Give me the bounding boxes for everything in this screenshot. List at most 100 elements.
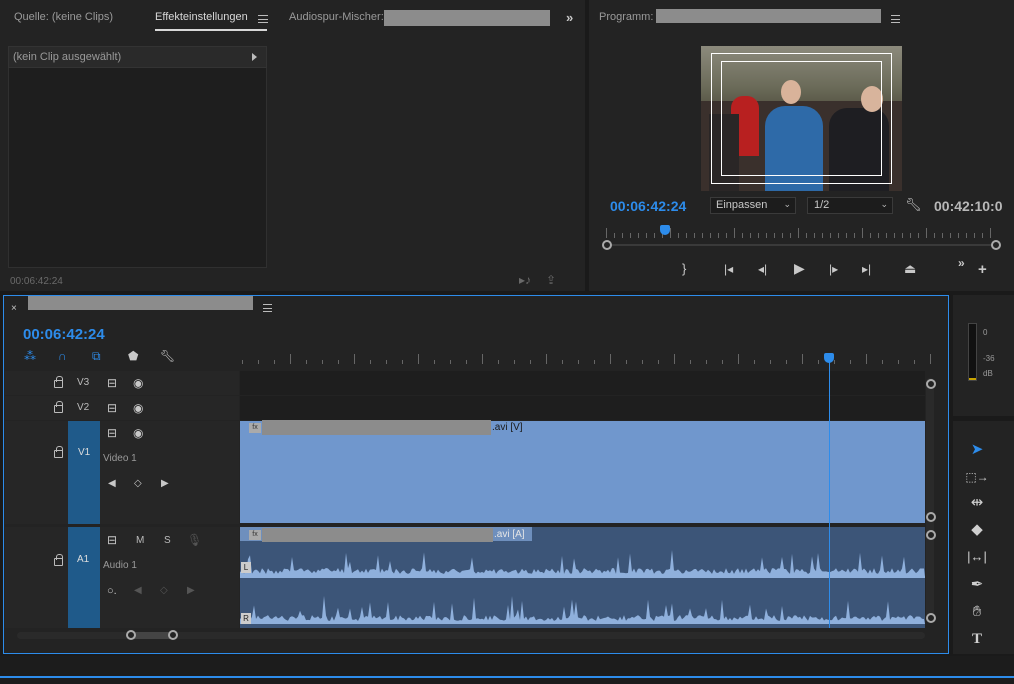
sync-lock-icon[interactable]: ⊟	[107, 376, 117, 390]
step-back-icon[interactable]: ◂|	[758, 262, 767, 276]
hscroll-right-handle[interactable]	[168, 630, 178, 640]
export-icon[interactable]: ⇪	[546, 273, 556, 287]
add-keyframe-icon[interactable]: ◇	[160, 584, 168, 598]
track-select-tool-icon[interactable]: ⬚→	[963, 466, 991, 488]
program-zoom-bar[interactable]	[608, 244, 996, 246]
solo-button[interactable]: S	[164, 535, 171, 546]
timeline-playhead-line[interactable]	[829, 362, 831, 628]
meter-label-36: -36	[983, 354, 995, 363]
linked-selection-icon[interactable]: ⧉	[92, 349, 101, 363]
step-forward-icon[interactable]: |▸	[829, 262, 838, 276]
program-zoom-right-handle[interactable]	[991, 240, 1001, 250]
hscroll-left-handle[interactable]	[126, 630, 136, 640]
play-icon[interactable]: ▶	[794, 261, 805, 275]
timeline-wrench-icon[interactable]: 🔧︎	[160, 349, 175, 363]
program-zoom-left-handle[interactable]	[602, 240, 612, 250]
lock-icon[interactable]	[54, 401, 63, 413]
program-current-timecode[interactable]: 00:06:42:24	[610, 198, 686, 214]
go-to-in-icon[interactable]: |◂	[724, 262, 733, 276]
ruler-tick	[710, 233, 711, 238]
add-button-icon[interactable]: +	[978, 262, 987, 277]
ruler-tick	[854, 233, 855, 238]
ripple-edit-tool-icon[interactable]: ⇹	[963, 492, 991, 514]
next-keyframe-icon[interactable]: ▶	[161, 477, 169, 491]
sync-lock-icon[interactable]: ⊟	[107, 533, 117, 547]
track-target-a1[interactable]	[68, 527, 100, 628]
tab-audio-mixer[interactable]: Audiospur-Mischer:	[289, 11, 384, 23]
pen-tool-icon[interactable]: ✒︎	[963, 574, 991, 596]
lock-icon[interactable]	[54, 554, 63, 566]
prev-keyframe-icon[interactable]: ◀	[134, 584, 142, 598]
track-header-v3[interactable]	[5, 371, 239, 395]
magnet-icon[interactable]: ∩	[58, 349, 67, 363]
ruler-tick	[870, 233, 871, 238]
ruler-tick	[758, 233, 759, 238]
ruler-tick	[850, 360, 851, 364]
vscroll-mid-handle[interactable]	[926, 512, 936, 522]
zoom-select[interactable]: Einpassen ⌄	[710, 197, 796, 214]
resolution-select[interactable]: 1/2 ⌄	[807, 197, 893, 214]
sync-lock-icon[interactable]: ⊟	[107, 401, 117, 415]
ruler-tick	[306, 360, 307, 364]
track-header-a1[interactable]	[5, 527, 239, 628]
waveform-baseline	[240, 576, 925, 578]
mark-out-icon[interactable]: }	[682, 262, 686, 276]
sync-lock-icon[interactable]: ⊟	[107, 426, 117, 440]
track-lane-v2[interactable]	[240, 396, 925, 420]
go-to-out-icon[interactable]: ▸|	[862, 262, 871, 276]
vscroll-bottom-handle[interactable]	[926, 613, 936, 623]
vscroll-top-handle[interactable]	[926, 379, 936, 389]
meter-bar	[968, 323, 977, 381]
overflow-chevron-icon[interactable]: »	[566, 11, 573, 25]
vertical-scrollbar[interactable]	[926, 378, 934, 623]
ruler-tick	[942, 233, 943, 238]
ruler-tick	[774, 233, 775, 238]
expand-triangle-icon[interactable]	[252, 53, 257, 61]
track-lane-v3[interactable]	[240, 371, 925, 395]
snap-icon[interactable]: ⁂	[24, 349, 36, 363]
hand-tool-icon[interactable]: ✋︎	[963, 601, 991, 623]
track-header-v2[interactable]	[5, 396, 239, 420]
audio-only-icon[interactable]: ▸♪	[519, 273, 531, 287]
vscroll-a-handle[interactable]	[926, 530, 936, 540]
type-tool-icon[interactable]: T	[963, 628, 991, 650]
ruler-tick	[622, 233, 623, 238]
export-frame-icon[interactable]: ⏏︎	[904, 262, 916, 276]
microphone-icon[interactable]: 🎙︎	[187, 533, 202, 547]
eye-icon[interactable]: ◉	[133, 426, 143, 440]
timeline-menu-icon[interactable]	[263, 304, 272, 312]
razor-tool-icon[interactable]: ◆	[963, 519, 991, 541]
eye-icon[interactable]: ◉	[133, 401, 143, 415]
ruler-tick	[754, 360, 755, 364]
slip-tool-icon[interactable]: |↔|	[963, 546, 991, 568]
eye-icon[interactable]: ◉	[133, 376, 143, 390]
more-controls-icon[interactable]: »	[958, 256, 965, 270]
next-keyframe-icon[interactable]: ▶	[187, 584, 195, 598]
video-clip[interactable]	[240, 421, 925, 523]
tab-effect-controls[interactable]: Effekteinstellungen	[155, 11, 248, 23]
track-target-v1[interactable]	[68, 421, 100, 524]
ruler-tick	[242, 360, 243, 364]
program-menu-icon[interactable]	[891, 15, 900, 23]
selection-tool-icon[interactable]: ➤	[963, 439, 991, 461]
ruler-tick	[818, 360, 819, 364]
mute-button[interactable]: M	[136, 535, 144, 546]
clip-header-label: (kein Clip ausgewählt)	[13, 51, 122, 63]
panel-menu-icon[interactable]	[258, 15, 268, 23]
track-header-v1[interactable]	[5, 421, 239, 524]
tab-source[interactable]: Quelle: (keine Clips)	[14, 11, 113, 23]
marker-icon[interactable]: ⬟	[128, 349, 138, 363]
program-playhead[interactable]	[659, 225, 670, 235]
close-tab-icon[interactable]: ×	[11, 302, 17, 316]
ruler-tick	[766, 233, 767, 238]
volume-knob-icon[interactable]: ○.	[107, 584, 117, 598]
redacted-sequence-name	[656, 9, 881, 23]
prev-keyframe-icon[interactable]: ◀	[108, 477, 116, 491]
source-timecode: 00:06:42:24	[10, 276, 63, 287]
lock-icon[interactable]	[54, 376, 63, 388]
add-keyframe-icon[interactable]: ◇	[134, 477, 142, 491]
ruler-tick	[770, 360, 771, 364]
lock-icon[interactable]	[54, 446, 63, 458]
wrench-icon[interactable]: 🔧︎	[905, 198, 922, 212]
timeline-timecode[interactable]: 00:06:42:24	[23, 326, 105, 343]
